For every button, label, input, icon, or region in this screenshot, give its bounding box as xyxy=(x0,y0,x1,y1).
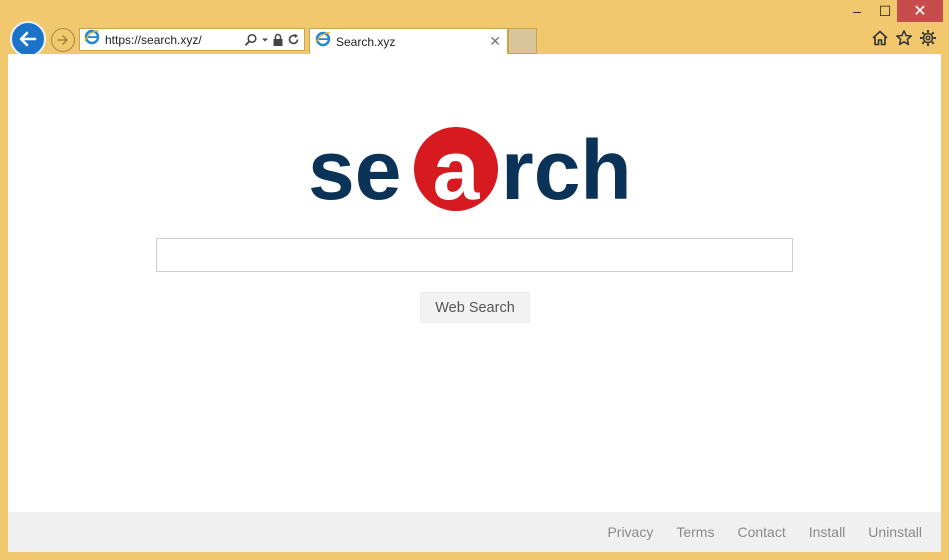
logo-text-a: a xyxy=(433,124,481,214)
tab-title: Search.xyz xyxy=(336,34,396,49)
logo-text-rch: rch xyxy=(501,124,632,214)
address-bar[interactable]: https://search.xyz/ xyxy=(79,28,305,51)
tab-search-xyz[interactable]: Search.xyz ✕ xyxy=(309,28,508,54)
footer-link-install[interactable]: Install xyxy=(809,524,846,540)
arrow-left-icon xyxy=(19,31,37,47)
footer-link-contact[interactable]: Contact xyxy=(737,524,785,540)
close-window-button[interactable]: ✕ xyxy=(897,0,943,22)
new-tab-button[interactable] xyxy=(508,28,537,54)
ie-logo-icon xyxy=(315,31,331,52)
web-search-button[interactable]: Web Search xyxy=(420,292,530,323)
chevron-down-icon[interactable] xyxy=(261,36,269,44)
footer-link-terms[interactable]: Terms xyxy=(676,524,714,540)
footer-link-uninstall[interactable]: Uninstall xyxy=(868,524,922,540)
browser-window: – ☐ ✕ https://search.xyz/ Search.xyz ✕ s… xyxy=(0,0,949,560)
gear-icon[interactable] xyxy=(919,29,937,47)
search-icon[interactable] xyxy=(244,33,258,47)
footer-link-privacy[interactable]: Privacy xyxy=(607,524,653,540)
back-button[interactable] xyxy=(10,21,46,57)
forward-button[interactable] xyxy=(51,28,75,52)
search-logo: se a rch xyxy=(308,124,632,214)
refresh-icon[interactable] xyxy=(287,33,300,46)
favorites-star-icon[interactable] xyxy=(895,29,913,47)
address-url[interactable]: https://search.xyz/ xyxy=(105,33,244,47)
page-content: se a rch Web Search Privacy Terms Contac… xyxy=(8,54,941,552)
logo-text-se: se xyxy=(308,124,401,214)
home-icon[interactable] xyxy=(871,29,889,47)
search-input[interactable] xyxy=(156,238,793,272)
arrow-right-icon xyxy=(57,35,68,45)
lock-icon[interactable] xyxy=(272,33,284,47)
maximize-button[interactable]: ☐ xyxy=(870,0,900,22)
footer: Privacy Terms Contact Install Uninstall xyxy=(8,512,941,552)
ie-logo-icon xyxy=(84,29,100,50)
close-tab-icon[interactable]: ✕ xyxy=(489,33,501,50)
minimize-button[interactable]: – xyxy=(842,0,872,22)
